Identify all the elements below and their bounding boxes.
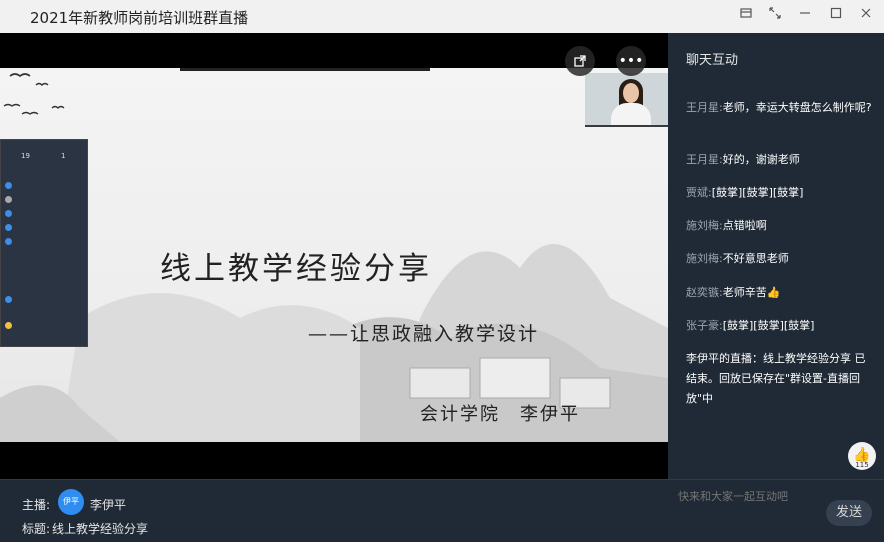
chat-input[interactable] <box>678 490 818 503</box>
mini-stats: 19 1 <box>1 146 89 170</box>
mini-row <box>5 196 85 206</box>
popout-icon[interactable] <box>565 46 595 76</box>
send-button[interactable]: 发送 <box>826 500 872 526</box>
mini-stat-1: 19 <box>21 152 30 160</box>
mini-row <box>5 322 85 332</box>
mini-row <box>5 283 85 291</box>
system-message: 李伊平的直播：线上教学经验分享 已结束。回放已保存在"群设置-直播回放"中 <box>686 352 866 405</box>
chat-message: 张子豪:[鼓掌][鼓掌][鼓掌] <box>686 319 815 332</box>
presenter-webcam[interactable] <box>585 73 668 127</box>
chat-header: 聊天互动 <box>686 53 739 68</box>
expand-icon[interactable] <box>765 6 785 26</box>
more-icon[interactable]: ••• <box>616 46 646 76</box>
slide-subtitle: ——让思政融入教学设计 <box>308 323 540 345</box>
mini-row <box>5 210 85 220</box>
mini-row <box>5 224 85 234</box>
presentation-slide: 线上教学经验分享 ——让思政融入教学设计 会计学院 李伊平 <box>0 68 668 442</box>
chat-message: 赵奕镞:老师辛苦👍 <box>686 286 781 299</box>
host-avatar[interactable]: 伊平 <box>58 489 84 515</box>
presenter-body <box>611 103 651 125</box>
title-bar: 2021年新教师岗前培训班群直播 <box>0 0 884 33</box>
host-label: 主播: <box>22 498 51 512</box>
slide-author: 会计学院 李伊平 <box>420 404 580 425</box>
mini-row <box>5 253 85 261</box>
topic-label: 标题: <box>22 522 51 536</box>
stream-info-bar: 主播: 伊平 李伊平 标题: 线上教学经验分享 <box>0 479 668 542</box>
topic-text: 线上教学经验分享 <box>52 522 149 536</box>
chat-message: 施刘梅:不好意思老师 <box>686 252 789 265</box>
mini-row <box>5 182 85 192</box>
chat-message: 王月星:好的，谢谢老师 <box>686 153 800 166</box>
window-title: 2021年新教师岗前培训班群直播 <box>30 9 249 27</box>
chat-message-list[interactable]: 王月星:老师，幸运大转盘怎么制作呢? 王月星:好的，谢谢老师 贾斌:[鼓掌][鼓… <box>668 71 884 491</box>
maximize-icon[interactable] <box>826 6 846 26</box>
mini-row <box>5 308 85 316</box>
chat-message: 施刘梅:点错啦啊 <box>686 219 767 232</box>
mini-row <box>5 263 85 271</box>
minimize-icon[interactable] <box>795 6 815 26</box>
mini-row <box>5 273 85 281</box>
mini-row <box>5 238 85 248</box>
chat-input-area: 发送 <box>668 479 884 542</box>
close-icon[interactable] <box>856 6 876 26</box>
like-count: 115 <box>855 461 869 469</box>
slide-title: 线上教学经验分享 <box>160 251 432 287</box>
host-name: 李伊平 <box>90 498 127 512</box>
box-icon[interactable] <box>736 6 756 26</box>
presenter-face <box>623 83 639 103</box>
mini-stat-2: 1 <box>61 152 66 160</box>
mini-row <box>5 296 85 306</box>
live-video[interactable]: 线上教学经验分享 ——让思政融入教学设计 会计学院 李伊平 19 1 ••• <box>0 33 668 479</box>
embedded-chat-screenshot: 19 1 <box>0 139 88 347</box>
chat-message: 王月星:老师，幸运大转盘怎么制作呢? <box>686 101 872 114</box>
chat-message: 贾斌:[鼓掌][鼓掌][鼓掌] <box>686 186 804 199</box>
